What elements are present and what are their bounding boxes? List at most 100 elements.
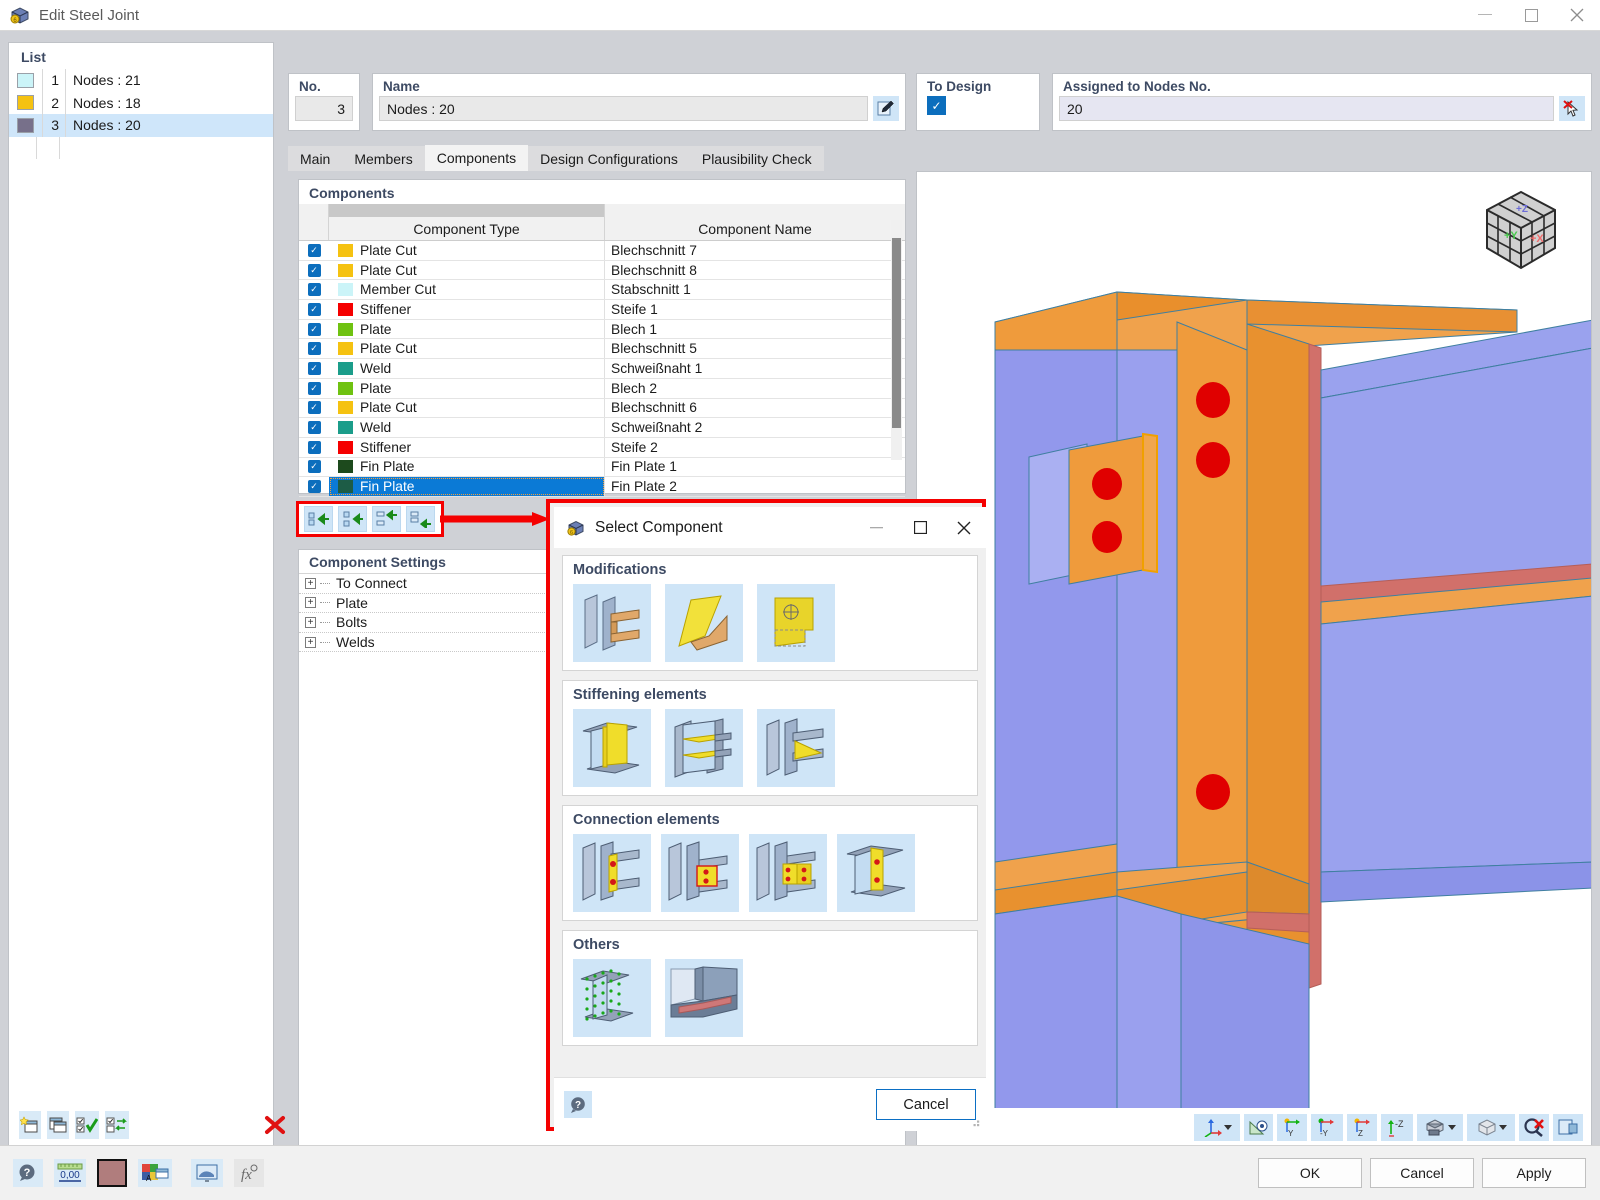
- member-cut-thumbnail[interactable]: [573, 584, 651, 662]
- pick-cursor-icon[interactable]: [1559, 96, 1585, 121]
- view-z-button[interactable]: Z: [1347, 1113, 1377, 1141]
- view-negz-button[interactable]: -Z: [1381, 1113, 1413, 1141]
- list-item[interactable]: 3 Nodes : 20: [9, 114, 273, 137]
- row-checkbox[interactable]: ✓: [307, 361, 321, 375]
- render-mode-button[interactable]: [1417, 1113, 1463, 1141]
- table-row[interactable]: ✓ Weld Schweißnaht 2: [299, 418, 905, 438]
- apply-button[interactable]: Apply: [1482, 1158, 1586, 1188]
- window-minimize-button[interactable]: [1462, 0, 1508, 31]
- table-row[interactable]: ✓ Weld Schweißnaht 1: [299, 359, 905, 379]
- view-negy-button[interactable]: -Y: [1311, 1113, 1343, 1141]
- dialog-resize-grip[interactable]: [970, 1117, 980, 1127]
- splice-plate-thumbnail[interactable]: [837, 834, 915, 912]
- view-y-button[interactable]: Y: [1277, 1113, 1307, 1141]
- chevron-down-icon[interactable]: [1447, 1124, 1456, 1130]
- row-checkbox[interactable]: ✓: [307, 263, 321, 277]
- ok-button[interactable]: OK: [1258, 1158, 1362, 1188]
- joint-name-input[interactable]: Nodes : 20: [379, 96, 868, 121]
- table-row[interactable]: ✓ Plate Blech 2: [299, 378, 905, 399]
- edit-pencil-icon[interactable]: [873, 96, 899, 121]
- plate-opening-thumbnail[interactable]: [757, 584, 835, 662]
- new-joint-button[interactable]: [19, 1111, 41, 1139]
- table-row[interactable]: ✓ Plate Cut Blechschnitt 6: [299, 398, 905, 419]
- copy-joint-button[interactable]: [47, 1111, 69, 1139]
- row-checkbox[interactable]: ✓: [307, 401, 321, 415]
- row-checkbox[interactable]: ✓: [307, 440, 321, 454]
- row-checkbox[interactable]: ✓: [307, 421, 321, 435]
- table-row[interactable]: ✓ Plate Cut Blechschnitt 8: [299, 260, 905, 281]
- print-view-button[interactable]: [1553, 1113, 1583, 1141]
- list-item[interactable]: 1 Nodes : 21: [9, 69, 273, 92]
- table-row[interactable]: ✓ Plate Cut Blechschnitt 5: [299, 339, 905, 360]
- row-checkbox[interactable]: ✓: [307, 460, 321, 474]
- tab-plausibility-check[interactable]: Plausibility Check: [689, 146, 824, 171]
- joint-no-input[interactable]: 3: [295, 96, 353, 121]
- end-plate-thumbnail[interactable]: [573, 834, 651, 912]
- expand-plus-icon[interactable]: +: [305, 577, 316, 589]
- row-checkbox[interactable]: ✓: [307, 381, 321, 395]
- table-row[interactable]: ✓ Stiffener Steife 2: [299, 437, 905, 458]
- units-button[interactable]: 0,00: [54, 1159, 86, 1187]
- stiffener-thumbnail[interactable]: [573, 709, 651, 787]
- assigned-nodes-input[interactable]: 20: [1059, 96, 1554, 121]
- view-plane-button[interactable]: [1244, 1113, 1273, 1141]
- plate-cut-thumbnail[interactable]: [665, 584, 743, 662]
- table-header-component-name[interactable]: Component Name: [605, 217, 905, 240]
- table-row[interactable]: ✓ Stiffener Steife 1: [299, 300, 905, 320]
- list-empty-row[interactable]: [9, 136, 273, 159]
- list-item[interactable]: 2 Nodes : 18: [9, 91, 273, 114]
- window-close-button[interactable]: [1554, 0, 1600, 31]
- row-checkbox[interactable]: ✓: [307, 480, 321, 494]
- delete-joint-button[interactable]: [263, 1111, 287, 1139]
- table-scrollbar-thumb[interactable]: [892, 238, 901, 428]
- table-row[interactable]: ✓ Fin Plate Fin Plate 2: [299, 477, 905, 497]
- horizontal-stiffener-thumbnail[interactable]: [665, 709, 743, 787]
- row-checkbox[interactable]: ✓: [307, 243, 321, 257]
- move-down-component-button[interactable]: [406, 506, 435, 532]
- cancel-button[interactable]: Cancel: [1370, 1158, 1474, 1188]
- haunch-thumbnail[interactable]: [757, 709, 835, 787]
- row-checkbox[interactable]: ✓: [307, 322, 321, 336]
- double-angle-thumbnail[interactable]: [749, 834, 827, 912]
- view-settings-button[interactable]: [191, 1159, 223, 1187]
- render-settings-button[interactable]: A: [138, 1159, 172, 1187]
- coordinate-system-button[interactable]: [1194, 1113, 1240, 1141]
- display-style-button[interactable]: [1467, 1113, 1515, 1141]
- dialog-maximize-button[interactable]: [898, 507, 942, 548]
- expand-plus-icon[interactable]: +: [305, 616, 316, 628]
- fin-plate-thumbnail[interactable]: [661, 834, 739, 912]
- table-scrollbar[interactable]: [891, 220, 902, 460]
- weld-thumbnail[interactable]: [665, 959, 743, 1037]
- reset-view-button[interactable]: [1519, 1113, 1549, 1141]
- help-icon[interactable]: ?: [564, 1091, 592, 1118]
- chevron-down-icon[interactable]: [1498, 1124, 1507, 1130]
- table-row[interactable]: ✓ Plate Blech 1: [299, 319, 905, 340]
- invert-selection-button[interactable]: [105, 1111, 129, 1139]
- contact-surface-thumbnail[interactable]: [573, 959, 651, 1037]
- dialog-cancel-button[interactable]: Cancel: [876, 1089, 976, 1120]
- expand-plus-icon[interactable]: +: [305, 636, 316, 648]
- dialog-close-button[interactable]: [942, 507, 986, 548]
- row-checkbox[interactable]: ✓: [307, 342, 321, 356]
- tab-design-configurations[interactable]: Design Configurations: [528, 146, 690, 171]
- table-row[interactable]: ✓ Plate Cut Blechschnitt 7: [299, 241, 905, 261]
- to-design-checkbox[interactable]: ✓: [927, 96, 946, 115]
- table-header-component-type[interactable]: Component Type: [329, 217, 605, 240]
- table-row[interactable]: ✓ Member Cut Stabschnitt 1: [299, 280, 905, 301]
- chevron-down-icon[interactable]: [1223, 1124, 1232, 1130]
- table-row[interactable]: ✓ Fin Plate Fin Plate 1: [299, 457, 905, 478]
- row-checkbox[interactable]: ✓: [307, 302, 321, 316]
- tab-members[interactable]: Members: [342, 146, 425, 171]
- select-all-button[interactable]: [75, 1111, 99, 1139]
- color-button[interactable]: [97, 1159, 127, 1187]
- tab-main[interactable]: Main: [288, 146, 343, 171]
- add-component-button[interactable]: [304, 506, 333, 532]
- move-up-component-button[interactable]: [372, 506, 401, 532]
- expand-plus-icon[interactable]: +: [305, 597, 316, 609]
- window-maximize-button[interactable]: [1508, 0, 1554, 31]
- tab-components[interactable]: Components: [424, 145, 529, 171]
- help-button[interactable]: ?: [13, 1159, 43, 1187]
- 3d-viewport[interactable]: +Y +X +Z Y -Y Z -Z: [916, 171, 1592, 1147]
- dialog-minimize-button[interactable]: [854, 507, 898, 548]
- row-checkbox[interactable]: ✓: [307, 283, 321, 297]
